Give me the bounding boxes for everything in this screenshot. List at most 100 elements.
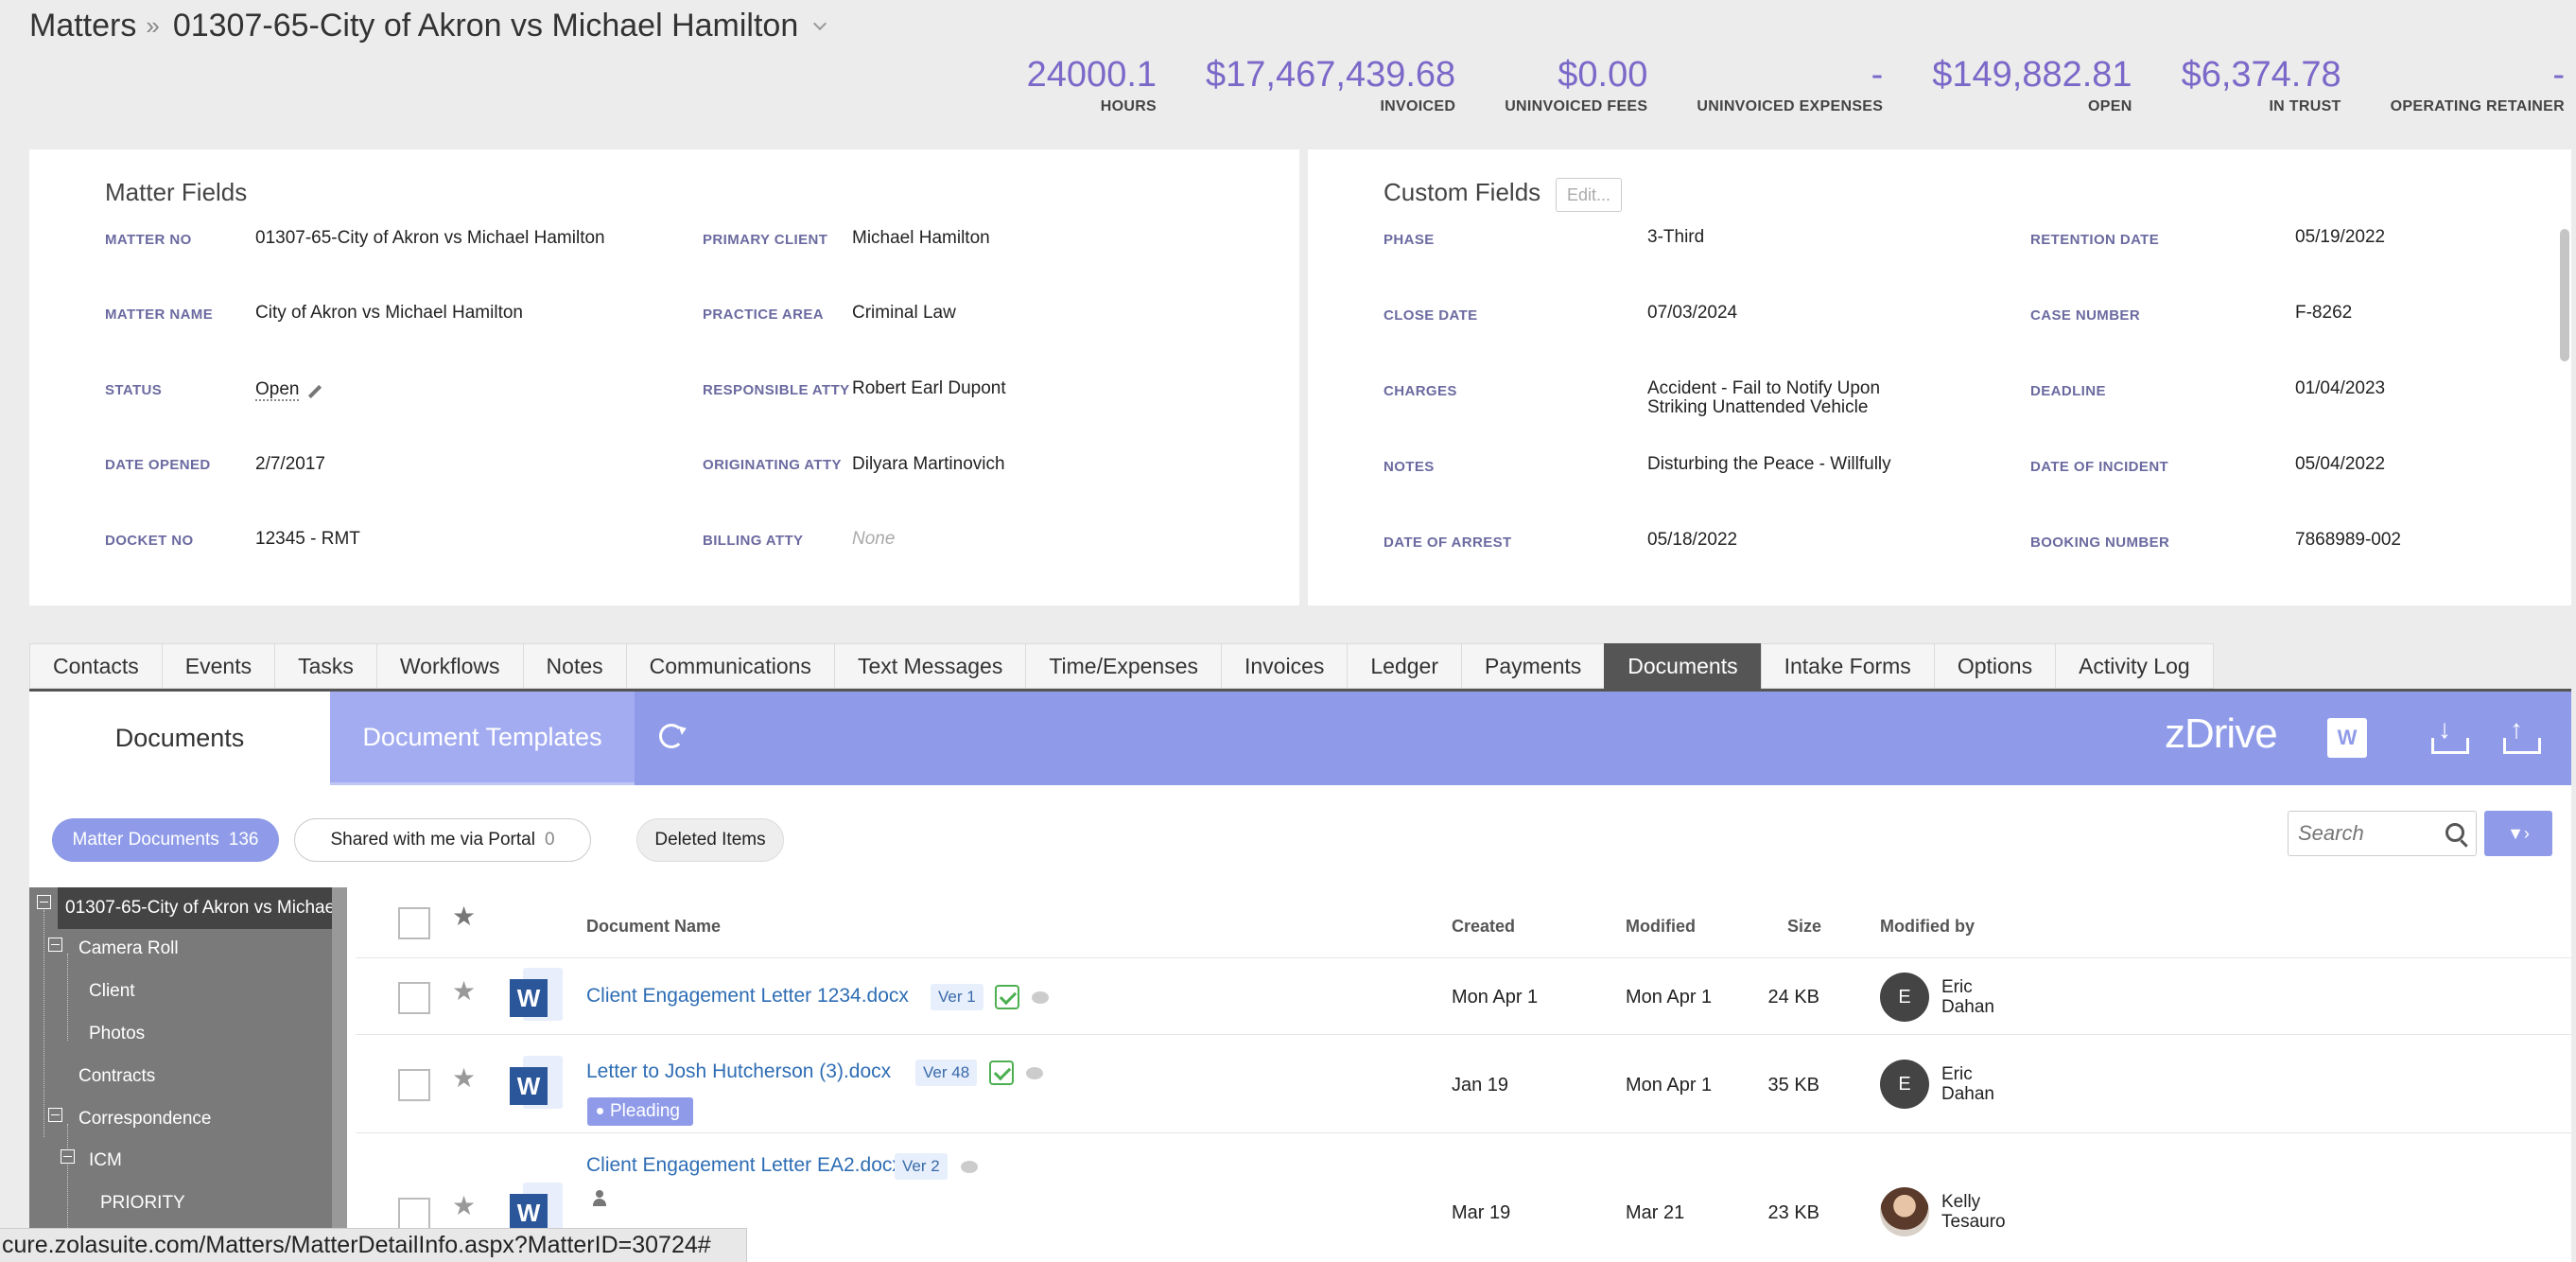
tab-activity-log[interactable]: Activity Log — [2055, 643, 2214, 689]
star-icon[interactable]: ★ — [452, 975, 476, 1007]
tab-documents-list[interactable]: Documents — [29, 692, 330, 785]
matter-fields-title: Matter Fields — [105, 178, 248, 206]
search-icon[interactable] — [2445, 823, 2464, 842]
field-date-opened: 2/7/2017 — [255, 454, 325, 474]
tree-folder-contracts[interactable]: Contracts — [78, 1066, 155, 1087]
table-row[interactable]: ★ W Client Engagement Letter 1234.docx V… — [356, 958, 2571, 1035]
chevron-down-icon[interactable] — [813, 16, 827, 30]
tree-folder-priority[interactable]: PRIORITY — [100, 1193, 185, 1214]
document-name-link[interactable]: Client Engagement Letter 1234.docx — [586, 985, 909, 1008]
star-icon[interactable]: ★ — [452, 1190, 476, 1221]
tab-ledger[interactable]: Ledger — [1347, 643, 1461, 689]
filter-button[interactable]: ▼› — [2484, 811, 2552, 856]
matter-tabs: Contacts Events Tasks Workflows Notes Co… — [29, 643, 2214, 689]
tree-folder-photos[interactable]: Photos — [89, 1024, 145, 1044]
edit-custom-fields-button[interactable]: Edit... — [1556, 178, 1622, 212]
field-status[interactable]: Open — [255, 380, 300, 401]
panel-scrollbar[interactable] — [2560, 229, 2569, 361]
breadcrumb: Matters » 01307-65-City of Akron vs Mich… — [29, 8, 827, 44]
star-icon[interactable]: ★ — [452, 1062, 476, 1094]
field-case-number: F-8262 — [2295, 303, 2353, 323]
avatar: E — [1880, 973, 1929, 1022]
upload-icon[interactable] — [2503, 714, 2541, 754]
tab-document-templates[interactable]: Document Templates — [330, 692, 635, 785]
tab-documents[interactable]: Documents — [1604, 643, 1761, 689]
document-name-link[interactable]: Client Engagement Letter EA2.docx — [586, 1154, 902, 1177]
zdrive-logo[interactable]: zDrive — [2165, 710, 2278, 758]
field-notes: Disturbing the Peace - Willfully — [1647, 454, 1891, 474]
filter-shared-via-portal[interactable]: Shared with me via Portal 0 — [294, 818, 591, 862]
file-size: 23 KB — [1767, 1202, 1819, 1223]
collapse-icon[interactable] — [37, 895, 51, 909]
row-checkbox[interactable] — [398, 1198, 430, 1230]
field-label: NOTES — [1384, 459, 1435, 475]
tree-root-folder[interactable]: 01307-65-City of Akron vs Michael Hamilt… — [58, 887, 347, 929]
avatar: E — [1880, 1060, 1929, 1109]
version-badge[interactable]: Ver 1 — [931, 984, 983, 1010]
word-document-icon: W — [510, 968, 563, 1021]
tab-workflows[interactable]: Workflows — [375, 643, 523, 689]
table-row[interactable]: ★ W Letter to Josh Hutcherson (3).docx V… — [356, 1035, 2571, 1133]
tab-text-messages[interactable]: Text Messages — [833, 643, 1026, 689]
check-icon — [995, 985, 1019, 1009]
stat-invoiced: $17,467,439.68 INVOICED — [1206, 55, 1456, 114]
tab-contacts[interactable]: Contacts — [29, 643, 162, 689]
version-badge[interactable]: Ver 48 — [915, 1060, 978, 1086]
field-matter-no: 01307-65-City of Akron vs Michael Hamilt… — [255, 228, 605, 248]
filter-matter-documents[interactable]: Matter Documents 136 — [52, 818, 279, 862]
collapse-icon[interactable] — [48, 938, 62, 952]
person-icon — [593, 1190, 606, 1207]
comment-icon[interactable] — [1032, 991, 1049, 1004]
star-icon[interactable]: ★ — [452, 901, 476, 932]
column-created[interactable]: Created — [1452, 917, 1515, 937]
documents-area: Documents Document Templates zDrive W Ma… — [29, 689, 2571, 1262]
version-badge[interactable]: Ver 2 — [895, 1153, 948, 1180]
field-label: RETENTION DATE — [2030, 232, 2160, 248]
tree-folder-correspondence[interactable]: Correspondence — [78, 1109, 211, 1130]
tag-pleading[interactable]: Pleading — [587, 1097, 693, 1126]
column-size[interactable]: Size — [1787, 917, 1821, 937]
column-document-name[interactable]: Document Name — [586, 917, 721, 937]
tab-time-expenses[interactable]: Time/Expenses — [1025, 643, 1221, 689]
field-close-date: 07/03/2024 — [1647, 303, 1738, 323]
refresh-icon[interactable] — [659, 724, 684, 748]
stat-uninvoiced-fees: $0.00 UNINVOICED FEES — [1505, 55, 1648, 114]
filter-deleted-items[interactable]: Deleted Items — [636, 818, 784, 862]
column-modified-by[interactable]: Modified by — [1880, 917, 1975, 937]
tree-folder-client[interactable]: Client — [89, 981, 135, 1002]
select-all-checkbox[interactable] — [398, 907, 430, 939]
tab-options[interactable]: Options — [1933, 643, 2056, 689]
download-icon[interactable] — [2431, 714, 2469, 754]
field-date-of-arrest: 05/18/2022 — [1647, 530, 1738, 550]
tree-folder-icm[interactable]: ICM — [89, 1150, 122, 1171]
breadcrumb-matters-link[interactable]: Matters — [29, 8, 136, 44]
row-checkbox[interactable] — [398, 1069, 430, 1101]
tree-line — [67, 954, 68, 1041]
tab-invoices[interactable]: Invoices — [1221, 643, 1348, 689]
avatar — [1880, 1187, 1929, 1236]
column-modified[interactable]: Modified — [1626, 917, 1696, 937]
comment-icon[interactable] — [1026, 1067, 1043, 1079]
collapse-icon[interactable] — [61, 1149, 75, 1164]
tree-folder-camera-roll[interactable]: Camera Roll — [78, 938, 179, 959]
row-checkbox[interactable] — [398, 982, 430, 1014]
tab-intake-forms[interactable]: Intake Forms — [1760, 643, 1934, 689]
field-matter-name: City of Akron vs Michael Hamilton — [255, 303, 523, 323]
tab-notes[interactable]: Notes — [522, 643, 626, 689]
field-label: DATE OF ARREST — [1384, 535, 1512, 551]
tab-payments[interactable]: Payments — [1461, 643, 1605, 689]
field-responsible-atty: Robert Earl Dupont — [852, 378, 1006, 398]
field-label: CASE NUMBER — [2030, 307, 2141, 324]
tab-tasks[interactable]: Tasks — [274, 643, 376, 689]
tree-scrollbar[interactable] — [332, 887, 347, 1262]
tab-communications[interactable]: Communications — [625, 643, 834, 689]
pencil-icon[interactable] — [307, 384, 322, 399]
field-label: BILLING ATTY — [703, 533, 804, 549]
document-name-link[interactable]: Letter to Josh Hutcherson (3).docx — [586, 1060, 891, 1083]
word-icon[interactable]: W — [2327, 718, 2367, 758]
tab-events[interactable]: Events — [161, 643, 275, 689]
comment-icon[interactable] — [961, 1161, 978, 1173]
field-label: CHARGES — [1384, 383, 1457, 399]
search-input[interactable] — [2289, 821, 2430, 846]
collapse-icon[interactable] — [48, 1108, 62, 1122]
